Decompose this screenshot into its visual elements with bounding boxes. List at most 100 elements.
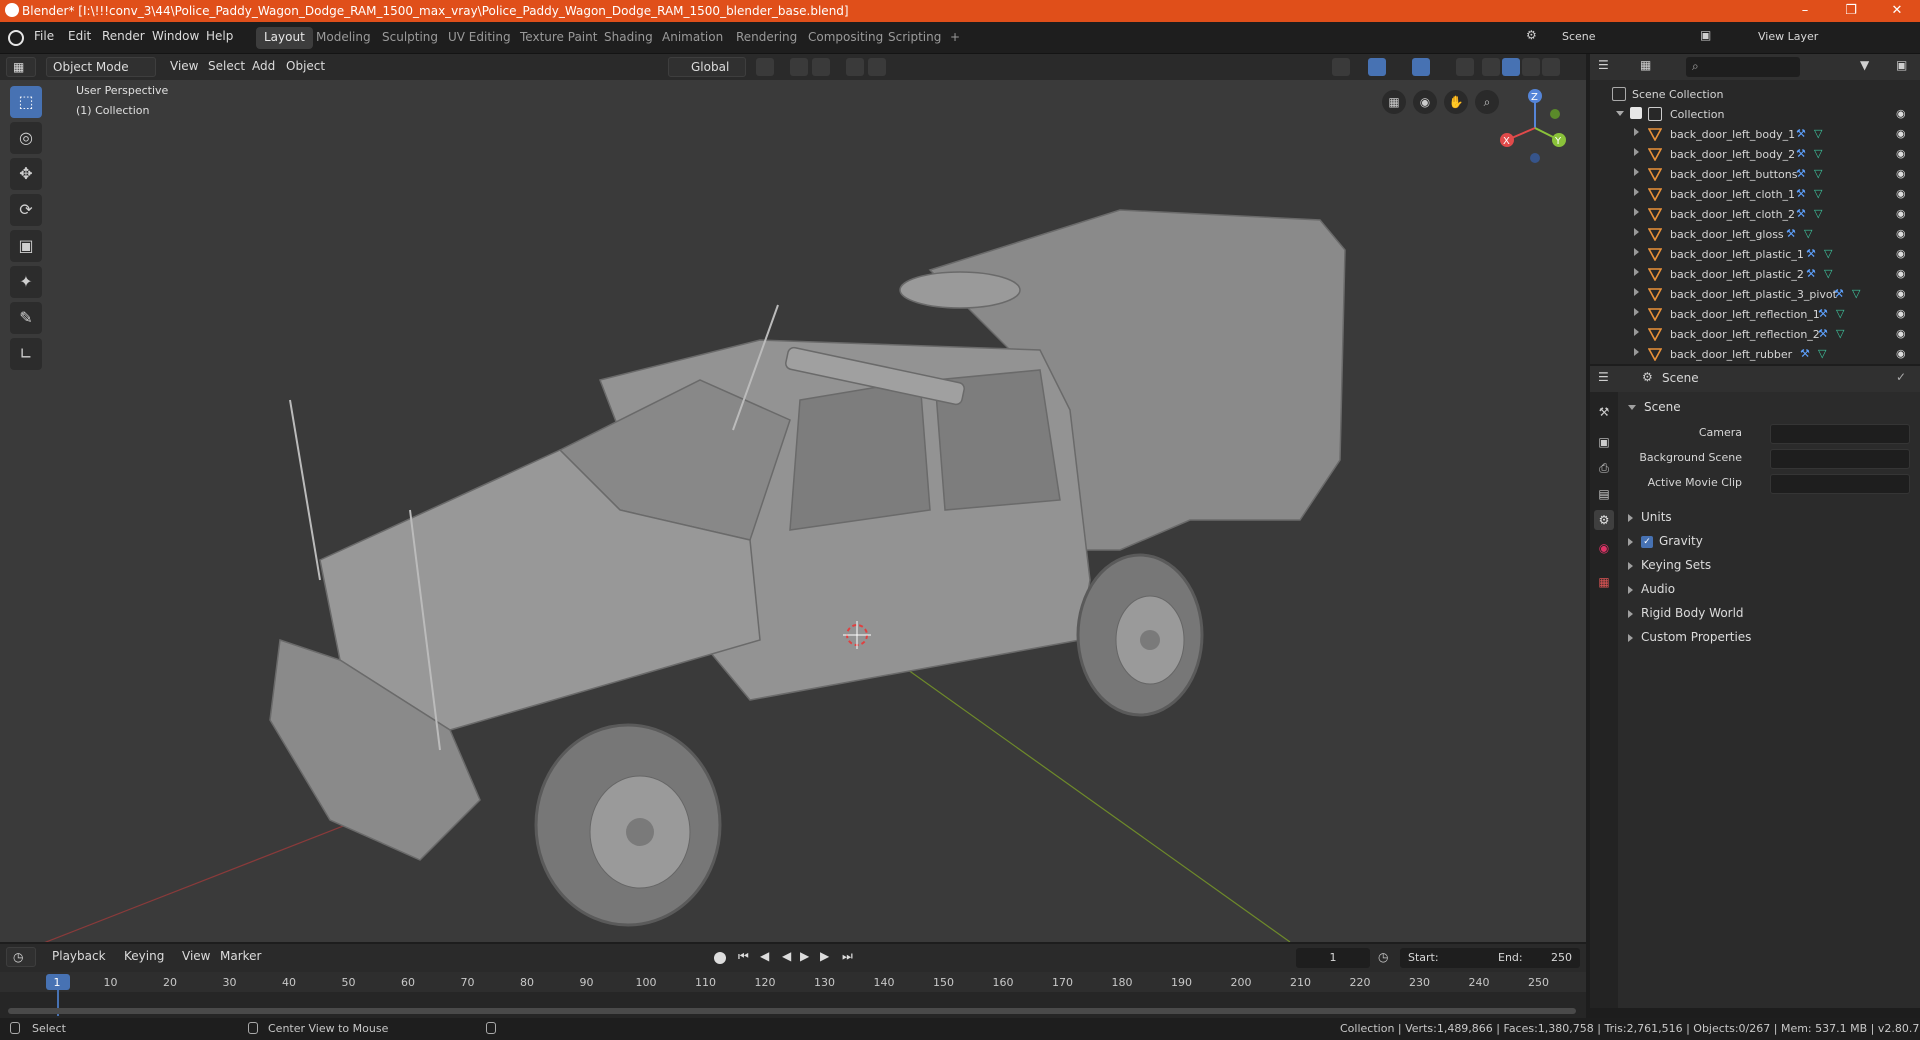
outliner-item[interactable]: back_door_left_reflection_1 ⚒ ▽ ◉ <box>1590 304 1920 324</box>
expand-icon[interactable] <box>1634 268 1639 276</box>
view-layer-icon[interactable]: ▣ <box>1700 28 1718 46</box>
eye-icon[interactable]: ◉ <box>1896 287 1910 301</box>
eye-icon[interactable]: ◉ <box>1896 267 1910 281</box>
expand-icon[interactable] <box>1634 308 1639 316</box>
outliner-item[interactable]: back_door_left_rubber ⚒ ▽ ◉ <box>1590 344 1920 364</box>
modifier-wrench-icon[interactable]: ⚒ <box>1818 327 1832 341</box>
tab-scripting[interactable]: Scripting <box>880 27 949 49</box>
scene-icon[interactable]: ⚙ <box>1526 28 1544 46</box>
modifier-wrench-icon[interactable]: ⚒ <box>1834 287 1848 301</box>
tab-modeling[interactable]: Modeling <box>308 27 379 49</box>
scene-tab-icon[interactable]: ⚙ <box>1594 510 1614 530</box>
timeline-area[interactable]: 1 10 20 30 40 50 60 70 80 90 100 110 120 130 140 150 160… <box>0 972 1586 1018</box>
viewport-menu-object[interactable]: Object <box>280 57 331 77</box>
mesh-data-icon[interactable]: ▽ <box>1814 207 1828 221</box>
prev-keyframe-icon[interactable]: ◀ <box>760 949 769 963</box>
timeline-menu-view[interactable]: View <box>176 947 216 967</box>
transform-icon[interactable]: ✦ <box>10 266 42 298</box>
tab-shading[interactable]: Shading <box>596 27 661 49</box>
eye-icon[interactable]: ◉ <box>1896 167 1910 181</box>
jump-start-icon[interactable]: ⏮ <box>738 949 749 964</box>
expand-icon[interactable] <box>1616 111 1624 116</box>
keying-sets-section[interactable]: Keying Sets <box>1628 558 1711 572</box>
mesh-data-icon[interactable]: ▽ <box>1836 327 1850 341</box>
filter-icon[interactable]: ▼ <box>1860 58 1869 72</box>
modifier-wrench-icon[interactable]: ⚒ <box>1806 247 1820 261</box>
tab-uv-editing[interactable]: UV Editing <box>440 27 519 49</box>
viewport-menu-view[interactable]: View <box>164 57 204 77</box>
eye-icon[interactable]: ◉ <box>1896 147 1910 161</box>
outliner-search-input[interactable] <box>1686 57 1800 77</box>
xray-icon[interactable] <box>1456 58 1474 76</box>
eye-icon[interactable]: ◉ <box>1896 107 1910 121</box>
jump-end-icon[interactable]: ⏭ <box>842 949 853 964</box>
render-tab-icon[interactable]: ▣ <box>1594 432 1614 452</box>
current-frame-field[interactable]: 1 <box>1296 948 1370 968</box>
camera-view-icon[interactable]: ◉ <box>1413 90 1437 114</box>
scale-icon[interactable]: ▣ <box>10 230 42 262</box>
truck-model[interactable] <box>269 209 1346 861</box>
active-movie-clip-field[interactable] <box>1770 474 1910 494</box>
modifier-wrench-icon[interactable]: ⚒ <box>1796 127 1810 141</box>
menu-window[interactable]: Window <box>152 29 199 43</box>
new-collection-icon[interactable]: ▣ <box>1896 58 1907 72</box>
axis-gizmo[interactable]: Z X Y <box>1495 88 1575 168</box>
expand-icon[interactable] <box>1634 168 1639 176</box>
outliner-item[interactable]: back_door_left_reflection_2 ⚒ ▽ ◉ <box>1590 324 1920 344</box>
timeline-menu-playback[interactable]: Playback <box>46 947 112 967</box>
menu-help[interactable]: Help <box>206 29 233 43</box>
outliner-item[interactable]: back_door_left_plastic_2 ⚒ ▽ ◉ <box>1590 264 1920 284</box>
annotate-icon[interactable]: ✎ <box>10 302 42 334</box>
viewport-menu-select[interactable]: Select <box>202 57 251 77</box>
timeline-editor-icon[interactable]: ◷ <box>6 947 36 967</box>
world-tab-icon[interactable]: ◉ <box>1594 538 1614 558</box>
output-tab-icon[interactable]: ⎙ <box>1594 458 1614 478</box>
modifier-wrench-icon[interactable]: ⚒ <box>1796 187 1810 201</box>
frame-ruler[interactable] <box>0 972 1586 992</box>
mesh-data-icon[interactable]: ▽ <box>1814 127 1828 141</box>
view-layer-selector[interactable]: View Layer <box>1752 27 1872 47</box>
camera-field[interactable] <box>1770 424 1910 444</box>
modifier-wrench-icon[interactable]: ⚒ <box>1796 167 1810 181</box>
modifier-wrench-icon[interactable]: ⚒ <box>1800 347 1814 361</box>
outliner-item[interactable]: back_door_left_body_2 ⚒ ▽ ◉ <box>1590 144 1920 164</box>
snap-target-icon[interactable] <box>812 58 830 76</box>
expand-icon[interactable] <box>1634 248 1639 256</box>
restore-icon[interactable]: ❐ <box>1828 0 1874 22</box>
mesh-data-icon[interactable]: ▽ <box>1814 187 1828 201</box>
menu-edit[interactable]: Edit <box>68 29 91 43</box>
eye-icon[interactable]: ◉ <box>1896 227 1910 241</box>
units-section[interactable]: Units <box>1628 510 1672 524</box>
minimize-icon[interactable]: – <box>1782 0 1828 22</box>
modifier-wrench-icon[interactable]: ⚒ <box>1806 267 1820 281</box>
pan-hand-icon[interactable]: ✋ <box>1444 90 1468 114</box>
menu-render[interactable]: Render <box>102 29 145 43</box>
mesh-data-icon[interactable]: ▽ <box>1818 347 1832 361</box>
select-box-icon[interactable]: ⬚ <box>10 86 42 118</box>
mesh-data-icon[interactable]: ▽ <box>1814 147 1828 161</box>
pivot-icon[interactable] <box>756 58 774 76</box>
proportional-edit-icon[interactable] <box>846 58 864 76</box>
outliner-item[interactable]: back_door_left_gloss ⚒ ▽ ◉ <box>1590 224 1920 244</box>
scene-selector[interactable]: Scene <box>1556 27 1686 47</box>
checkbox-icon[interactable] <box>1630 107 1642 119</box>
close-icon[interactable]: ✕ <box>1874 0 1920 22</box>
tab-animation[interactable]: Animation <box>654 27 731 49</box>
rendered-shading-icon[interactable] <box>1542 58 1560 76</box>
outliner-editor-icon[interactable]: ☰ <box>1598 58 1626 76</box>
rotate-icon[interactable]: ⟳ <box>10 194 42 226</box>
audio-section[interactable]: Audio <box>1628 582 1675 596</box>
tab-texture-paint[interactable]: Texture Paint <box>512 27 605 49</box>
custom-properties-section[interactable]: Custom Properties <box>1628 630 1751 644</box>
editor-type-icon[interactable]: ▦ <box>6 57 36 77</box>
outliner-item[interactable]: back_door_left_plastic_1 ⚒ ▽ ◉ <box>1590 244 1920 264</box>
overlay-icon[interactable] <box>1412 58 1430 76</box>
cursor-icon[interactable]: ◎ <box>10 122 42 154</box>
background-scene-field[interactable] <box>1770 449 1910 469</box>
tab-sculpting[interactable]: Sculpting <box>374 27 446 49</box>
visibility-icon[interactable] <box>1332 58 1350 76</box>
mesh-data-icon[interactable]: ▽ <box>1852 287 1866 301</box>
falloff-icon[interactable] <box>868 58 886 76</box>
eye-icon[interactable]: ◉ <box>1896 307 1910 321</box>
eye-icon[interactable]: ◉ <box>1896 187 1910 201</box>
